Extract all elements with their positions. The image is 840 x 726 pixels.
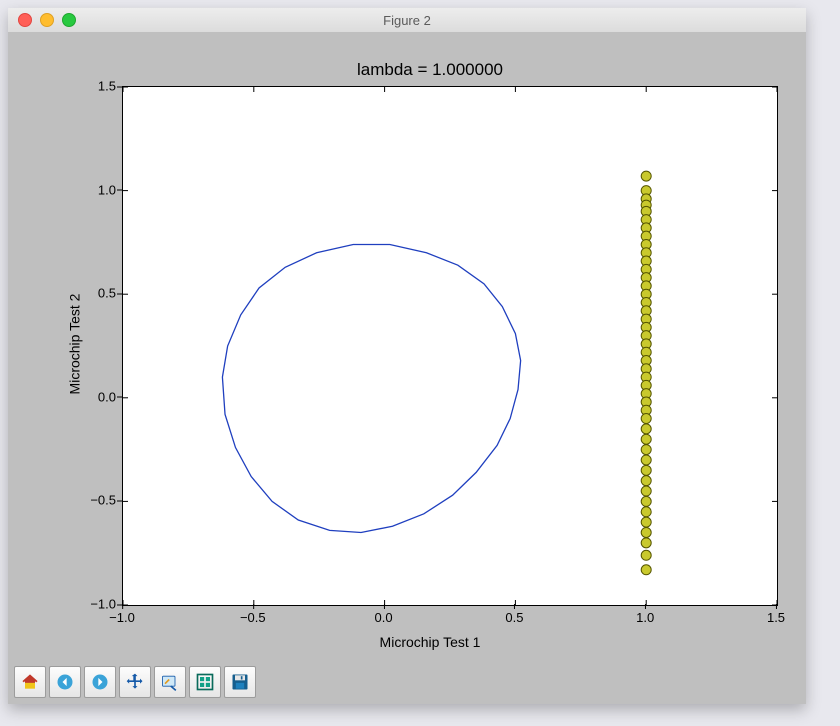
zoom-rect-button[interactable] <box>154 666 186 698</box>
plot-box <box>122 86 778 606</box>
data-point <box>641 171 651 181</box>
window-controls <box>18 13 76 27</box>
y-tick: 1.5 <box>98 79 116 94</box>
home-icon <box>20 672 40 692</box>
data-point <box>641 424 651 434</box>
axes: lambda = 1.000000 Microchip Test 2 Micro… <box>82 60 778 628</box>
y-tick: 0.0 <box>98 389 116 404</box>
data-point <box>641 434 651 444</box>
data-point <box>641 445 651 455</box>
x-tick: 0.0 <box>375 610 393 625</box>
plot-title: lambda = 1.000000 <box>82 60 778 80</box>
x-axis-label: Microchip Test 1 <box>82 634 778 650</box>
data-point <box>641 496 651 506</box>
x-tick: −1.0 <box>109 610 135 625</box>
data-point <box>641 527 651 537</box>
data-point <box>641 476 651 486</box>
window-title: Figure 2 <box>8 13 806 28</box>
data-point <box>641 550 651 560</box>
pan-button[interactable] <box>119 666 151 698</box>
data-point <box>641 465 651 475</box>
move-icon <box>125 672 145 692</box>
back-button[interactable] <box>49 666 81 698</box>
x-tick: 0.5 <box>505 610 523 625</box>
data-point <box>641 414 651 424</box>
matplotlib-toolbar <box>14 666 256 698</box>
forward-icon <box>90 672 110 692</box>
figure-window: Figure 2 lambda = 1.000000 Microchip Tes… <box>8 8 806 704</box>
x-tick: 1.0 <box>636 610 654 625</box>
plot-svg <box>123 87 777 605</box>
y-tick: −0.5 <box>90 493 116 508</box>
figure-canvas: lambda = 1.000000 Microchip Test 2 Micro… <box>8 32 806 704</box>
data-point <box>641 507 651 517</box>
data-point <box>641 455 651 465</box>
forward-button[interactable] <box>84 666 116 698</box>
subplots-button[interactable] <box>189 666 221 698</box>
titlebar: Figure 2 <box>8 8 806 33</box>
y-tick: 0.5 <box>98 286 116 301</box>
save-icon <box>230 672 250 692</box>
subplots-icon <box>195 672 215 692</box>
x-tick: 1.5 <box>767 610 785 625</box>
save-button[interactable] <box>224 666 256 698</box>
y-tick: 1.0 <box>98 182 116 197</box>
data-point <box>641 517 651 527</box>
back-icon <box>55 672 75 692</box>
zoom-icon[interactable] <box>62 13 76 27</box>
data-point <box>641 486 651 496</box>
decision-boundary-line <box>222 244 520 532</box>
data-point <box>641 538 651 548</box>
close-icon[interactable] <box>18 13 32 27</box>
data-point <box>641 565 651 575</box>
y-axis-label: Microchip Test 2 <box>66 294 82 395</box>
zoom-rect-icon <box>160 672 180 692</box>
x-tick: −0.5 <box>240 610 266 625</box>
home-button[interactable] <box>14 666 46 698</box>
minimize-icon[interactable] <box>40 13 54 27</box>
